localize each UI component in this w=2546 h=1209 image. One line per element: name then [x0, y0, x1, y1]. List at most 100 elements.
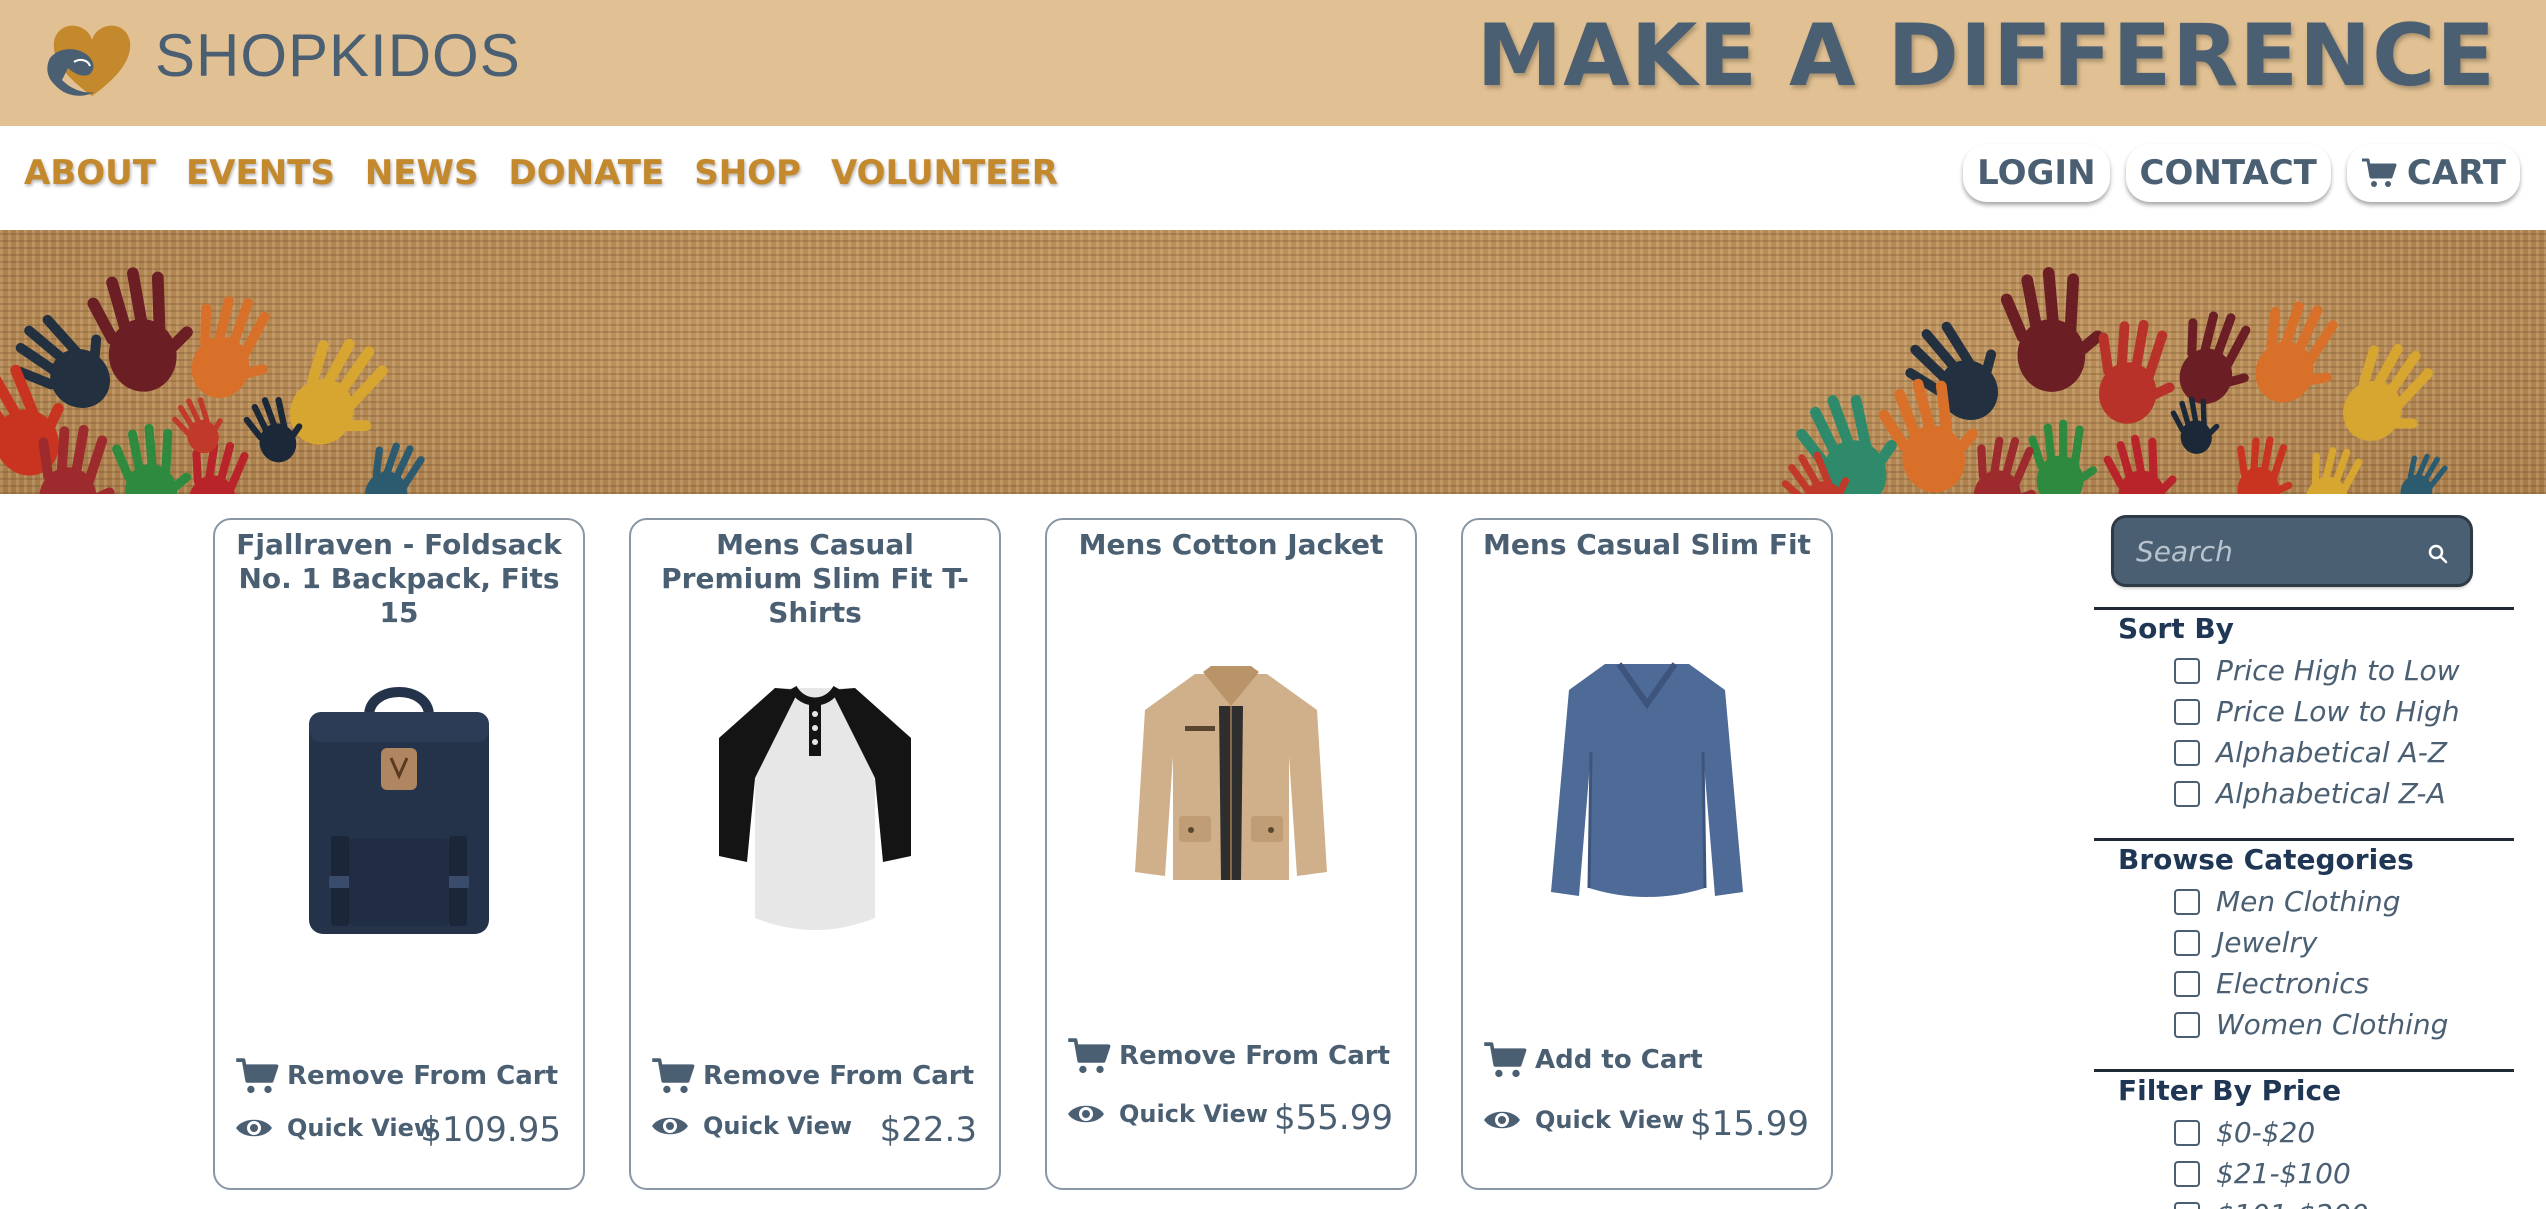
cart-icon [651, 1056, 695, 1096]
category-option[interactable]: Women Clothing [2174, 1008, 2448, 1041]
search-icon[interactable] [2428, 544, 2448, 564]
checkbox[interactable] [2174, 930, 2200, 956]
checkbox[interactable] [2174, 1161, 2200, 1187]
option-label: Men Clothing [2216, 885, 2401, 918]
logo-icon[interactable] [44, 18, 140, 102]
option-label: Alphabetical Z-A [2216, 777, 2446, 810]
checkbox[interactable] [2174, 658, 2200, 684]
sort-option[interactable]: Price Low to High [2174, 695, 2460, 728]
option-label: $21-$100 [2216, 1157, 2351, 1190]
add-to-cart-button[interactable]: Add to Cart [1483, 1040, 1703, 1080]
remove-from-cart-button[interactable]: Remove From Cart [235, 1056, 558, 1096]
checkbox[interactable] [2174, 1012, 2200, 1038]
product-card[interactable]: Mens Cotton Jacket Remove From Cart Quic… [1045, 518, 1417, 1190]
option-label: Price Low to High [2216, 695, 2460, 728]
option-label: Electronics [2216, 967, 2369, 1000]
product-price: $22.3 [880, 1110, 977, 1150]
price-option[interactable]: $101-$200 [2174, 1198, 2369, 1209]
option-label: Alphabetical A-Z [2216, 736, 2447, 769]
product-card[interactable]: Mens Casual Premium Slim Fit T-Shirts Re… [629, 518, 1001, 1190]
login-button[interactable]: LOGIN [1963, 144, 2109, 202]
nav-volunteer[interactable]: VOLUNTEER [831, 150, 1058, 196]
checkbox[interactable] [2174, 740, 2200, 766]
option-label: $101-$200 [2216, 1198, 2369, 1209]
product-title[interactable]: Mens Cotton Jacket [1057, 528, 1405, 562]
price-option[interactable]: $0-$20 [2174, 1116, 2315, 1149]
contact-button[interactable]: CONTACT [2126, 144, 2331, 202]
cart-action-label: Remove From Cart [703, 1061, 974, 1091]
checkbox[interactable] [2174, 971, 2200, 997]
checkbox[interactable] [2174, 699, 2200, 725]
nav-shop[interactable]: SHOP [694, 150, 801, 196]
site-header: SHOPKIDOS MAKE A DIFFERENCE [0, 0, 2546, 126]
cart-action-label: Remove From Cart [287, 1061, 558, 1091]
nav-news[interactable]: NEWS [365, 150, 479, 196]
option-label: Price High to Low [2216, 654, 2460, 687]
quick-view-button[interactable]: Quick View [1483, 1106, 1684, 1134]
nav-donate[interactable]: DONATE [509, 150, 665, 196]
search-bar [2114, 518, 2470, 584]
product-price: $15.99 [1690, 1104, 1809, 1144]
product-title[interactable]: Mens Casual Slim Fit [1473, 528, 1821, 562]
quick-view-label: Quick View [287, 1114, 436, 1142]
product-price: $55.99 [1274, 1098, 1393, 1138]
price-option[interactable]: $21-$100 [2174, 1157, 2351, 1190]
price-filter-heading: Filter By Price [2118, 1074, 2341, 1107]
cart-icon [2361, 157, 2397, 189]
checkbox[interactable] [2174, 1120, 2200, 1146]
hands-illustration [0, 230, 2546, 494]
price-filter-section: Filter By Price $0-$20 $21-$100 $101-$20… [2094, 1069, 2514, 1209]
nav-events[interactable]: EVENTS [186, 150, 335, 196]
cart-icon [1067, 1036, 1111, 1076]
quick-view-button[interactable]: Quick View [651, 1112, 852, 1140]
nav-links: ABOUT EVENTS NEWS DONATE SHOP VOLUNTEER [24, 150, 1058, 196]
category-option[interactable]: Electronics [2174, 967, 2369, 1000]
eye-icon [651, 1114, 689, 1138]
remove-from-cart-button[interactable]: Remove From Cart [651, 1056, 974, 1096]
checkbox[interactable] [2174, 889, 2200, 915]
cart-button[interactable]: CART [2347, 144, 2520, 202]
quick-view-label: Quick View [1119, 1100, 1268, 1128]
option-label: Women Clothing [2216, 1008, 2448, 1041]
category-option[interactable]: Men Clothing [2174, 885, 2401, 918]
product-card[interactable]: Mens Casual Slim Fit Add to Cart Quick V… [1461, 518, 1833, 1190]
sort-section: Sort By Price High to Low Price Low to H… [2094, 607, 2514, 834]
quick-view-button[interactable]: Quick View [235, 1114, 436, 1142]
cart-action-label: Add to Cart [1535, 1045, 1703, 1075]
checkbox[interactable] [2174, 781, 2200, 807]
checkbox[interactable] [2174, 1202, 2200, 1209]
long-sleeve-shirt-icon[interactable] [1547, 656, 1747, 908]
categories-heading: Browse Categories [2118, 843, 2414, 876]
cart-action-label: Remove From Cart [1119, 1041, 1390, 1071]
sort-option[interactable]: Price High to Low [2174, 654, 2460, 687]
cart-label: CART [2407, 150, 2506, 196]
product-price: $109.95 [420, 1110, 561, 1150]
login-label: LOGIN [1977, 150, 2095, 196]
quick-view-label: Quick View [1535, 1106, 1684, 1134]
jacket-icon[interactable] [1131, 666, 1331, 886]
product-card[interactable]: Fjallraven - Foldsack No. 1 Backpack, Fi… [213, 518, 585, 1190]
nav-about[interactable]: ABOUT [24, 150, 156, 196]
search-input[interactable] [2134, 528, 2408, 574]
cart-icon [1483, 1040, 1527, 1080]
raglan-shirt-icon[interactable] [715, 678, 915, 936]
eye-icon [1067, 1102, 1105, 1126]
quick-view-label: Quick View [703, 1112, 852, 1140]
tagline: MAKE A DIFFERENCE [1477, 6, 2496, 106]
category-option[interactable]: Jewelry [2174, 926, 2317, 959]
product-title[interactable]: Fjallraven - Foldsack No. 1 Backpack, Fi… [225, 528, 573, 630]
eye-icon [1483, 1108, 1521, 1132]
hero-banner [0, 230, 2546, 494]
product-title[interactable]: Mens Casual Premium Slim Fit T-Shirts [641, 528, 989, 630]
sort-option[interactable]: Alphabetical A-Z [2174, 736, 2447, 769]
brand-name[interactable]: SHOPKIDOS [155, 25, 521, 87]
main-nav: ABOUT EVENTS NEWS DONATE SHOP VOLUNTEER … [0, 126, 2546, 228]
nav-actions: LOGIN CONTACT CART [1963, 144, 2520, 202]
remove-from-cart-button[interactable]: Remove From Cart [1067, 1036, 1390, 1076]
option-label: Jewelry [2216, 926, 2317, 959]
contact-label: CONTACT [2140, 150, 2317, 196]
backpack-icon[interactable] [299, 676, 499, 938]
quick-view-button[interactable]: Quick View [1067, 1100, 1268, 1128]
sort-option[interactable]: Alphabetical Z-A [2174, 777, 2446, 810]
categories-section: Browse Categories Men Clothing Jewelry E… [2094, 838, 2514, 1065]
